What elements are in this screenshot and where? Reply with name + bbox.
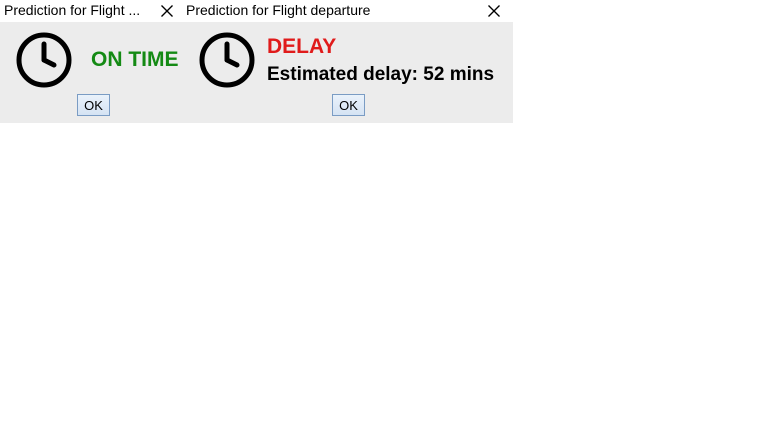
delay-dialog: Prediction for Flight departure DELAY Es… xyxy=(181,0,513,123)
ontime-titlebar[interactable]: Prediction for Flight ... xyxy=(0,0,181,22)
delay-ok-button[interactable]: OK xyxy=(332,94,365,116)
ontime-ok-button[interactable]: OK xyxy=(77,94,110,116)
delay-status-label: DELAY xyxy=(267,35,337,58)
close-icon xyxy=(488,4,500,17)
clock-icon xyxy=(199,32,255,88)
ontime-status-label: ON TIME xyxy=(91,48,179,71)
delay-dialog-title: Prediction for Flight departure xyxy=(186,2,371,18)
clock-icon xyxy=(16,32,72,88)
delay-close-button[interactable] xyxy=(481,0,507,21)
ontime-dialog: Prediction for Flight ... ON TIME OK xyxy=(0,0,181,123)
delay-titlebar[interactable]: Prediction for Flight departure xyxy=(181,0,513,22)
estimated-delay-text: Estimated delay: 52 mins xyxy=(267,64,495,85)
close-icon xyxy=(161,4,173,17)
desktop: Prediction for Flight ... ON TIME OK Pre… xyxy=(0,0,768,432)
ontime-close-button[interactable] xyxy=(154,0,180,21)
ontime-dialog-title: Prediction for Flight ... xyxy=(4,2,141,18)
